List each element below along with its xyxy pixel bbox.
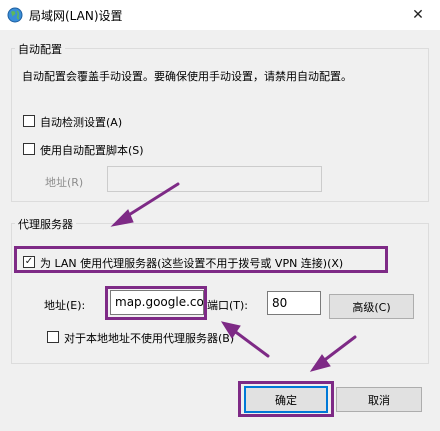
use-proxy-checkbox[interactable]: ✓ [23,256,35,268]
use-script-checkbox[interactable] [23,143,35,155]
proxy-port-label: 端口(T): [207,299,249,312]
proxy-group-title: 代理服务器 [15,216,76,232]
proxy-address-input[interactable]: map.google.co [110,290,204,315]
proxy-address-label: 地址(E): [44,299,86,312]
proxy-port-input[interactable]: 80 [267,291,321,315]
title-bar: 局域网(LAN)设置 ✕ [0,0,440,30]
auto-config-group-title: 自动配置 [15,41,65,57]
close-icon: ✕ [412,7,424,23]
use-script-label[interactable]: 使用自动配置脚本(S) [40,142,144,158]
bypass-local-checkbox[interactable] [47,331,59,343]
cancel-button[interactable]: 取消 [336,387,422,412]
check-icon: ✓ [24,256,34,267]
lan-settings-dialog: 局域网(LAN)设置 ✕ 自动配置 自动配置会覆盖手动设置。要确保使用手动设置，… [0,0,440,431]
bypass-local-label[interactable]: 对于本地地址不使用代理服务器(B) [64,330,234,346]
ok-button[interactable]: 确定 [244,386,328,413]
script-address-label: 地址(R) [45,176,84,189]
auto-detect-label[interactable]: 自动检测设置(A) [40,114,122,130]
auto-detect-checkbox[interactable] [23,115,35,127]
auto-config-description: 自动配置会覆盖手动设置。要确保使用手动设置，请禁用自动配置。 [22,70,352,83]
script-address-input[interactable] [107,166,322,192]
advanced-button[interactable]: 高级(C) [329,294,414,319]
close-button[interactable]: ✕ [396,0,440,30]
window-title: 局域网(LAN)设置 [29,9,123,23]
use-proxy-label[interactable]: 为 LAN 使用代理服务器(这些设置不用于拨号或 VPN 连接)(X) [40,255,343,271]
network-globe-icon [7,7,23,23]
